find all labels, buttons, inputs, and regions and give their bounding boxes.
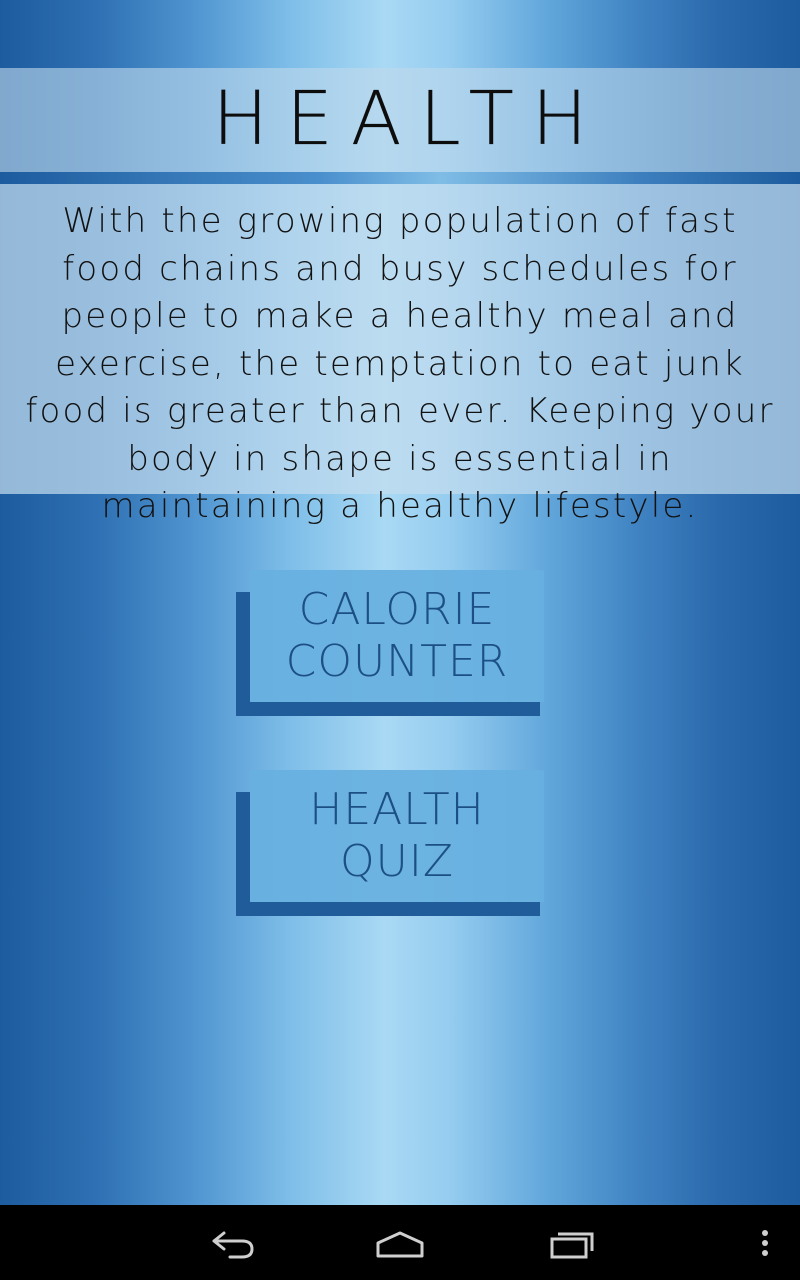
health-screen: HEALTH With the growing population of fa… (0, 0, 800, 1205)
health-quiz-label: HEALTH QUIZ (309, 784, 485, 887)
button-shadow-bottom (236, 702, 540, 716)
calorie-counter-label: CALORIE COUNTER (285, 584, 509, 687)
top-gradient-strip (0, 0, 800, 68)
page-title: HEALTH (212, 76, 606, 162)
button-shadow-left (236, 792, 250, 916)
title-divider (0, 172, 800, 184)
button-shadow-bottom (236, 902, 540, 916)
system-navigation-bar (0, 1205, 800, 1280)
button-shadow-left (236, 592, 250, 716)
home-icon[interactable] (370, 1223, 430, 1263)
description-text: With the growing population of fast food… (25, 201, 775, 526)
recent-apps-icon[interactable] (542, 1223, 602, 1263)
overflow-menu-icon[interactable] (750, 1223, 780, 1263)
calorie-counter-button[interactable]: CALORIE COUNTER (236, 570, 548, 716)
health-quiz-button[interactable]: HEALTH QUIZ (236, 770, 548, 916)
back-arrow-icon[interactable] (200, 1223, 260, 1263)
